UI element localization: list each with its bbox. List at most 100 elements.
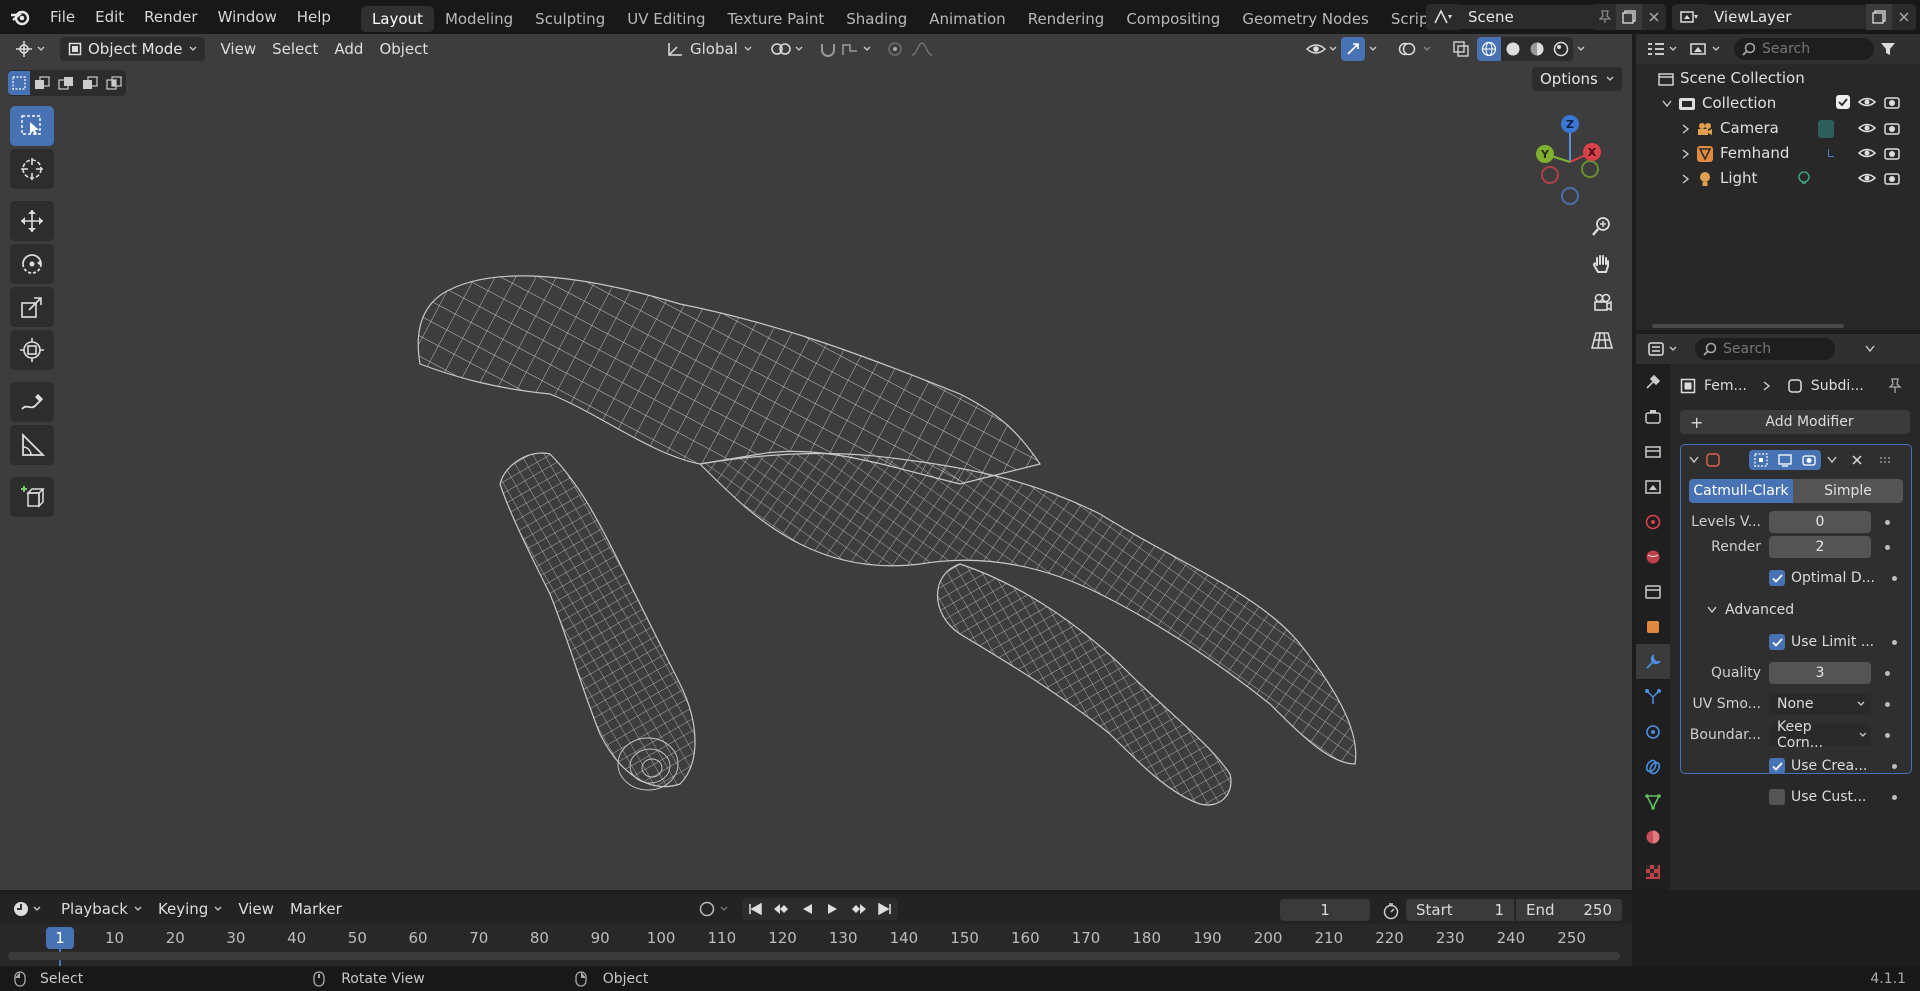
data-tab-icon[interactable] [1636, 784, 1670, 819]
use-limit-checkbox[interactable] [1769, 634, 1785, 650]
move-tool[interactable] [10, 201, 54, 241]
jump-to-keyframe-back-icon[interactable] [768, 898, 794, 920]
object-tab-icon[interactable] [1636, 609, 1670, 644]
current-frame-field[interactable]: 1 [1280, 899, 1370, 921]
playback-menu[interactable]: Playback [53, 896, 150, 922]
new-scene-icon[interactable] [1616, 4, 1642, 30]
select-intersect-icon[interactable] [102, 71, 126, 95]
chevron-down-icon[interactable] [1577, 46, 1585, 52]
scale-tool[interactable] [10, 287, 54, 327]
keyframe-dot-icon[interactable] [1885, 519, 1890, 525]
menu-window[interactable]: Window [208, 0, 287, 34]
snapping-controls[interactable] [815, 41, 875, 57]
add-modifier-button[interactable]: + Add Modifier [1680, 410, 1910, 434]
keyframe-dot-icon[interactable] [1892, 763, 1897, 769]
delete-scene-icon[interactable] [1642, 4, 1666, 30]
properties-search-input[interactable]: Search [1695, 338, 1835, 360]
proportional-editing-controls[interactable] [881, 41, 939, 57]
scene-name-field[interactable]: Scene [1460, 5, 1594, 29]
select-new-icon[interactable] [8, 71, 30, 95]
cursor-tool[interactable] [10, 149, 54, 189]
eye-icon[interactable] [1858, 95, 1876, 109]
material-shading-icon[interactable] [1525, 37, 1549, 61]
workspace-tab-shading[interactable]: Shading [835, 6, 918, 32]
visibility-dropdown[interactable] [1306, 41, 1337, 57]
timeline-editor-type[interactable] [12, 900, 41, 918]
pan-hand-icon[interactable] [1586, 248, 1618, 280]
gizmo-toggle-icon[interactable] [1341, 37, 1365, 61]
pivot-point-dropdown[interactable] [764, 41, 809, 57]
render-toggle-icon[interactable] [1797, 450, 1821, 470]
modifier-indicator-icon[interactable] [1828, 149, 1834, 157]
keyframe-dot-icon[interactable] [1892, 575, 1897, 581]
levels-viewport-field[interactable]: 0 [1769, 511, 1871, 533]
scene-icon[interactable] [1426, 4, 1460, 30]
chevron-down-icon[interactable] [1689, 456, 1699, 464]
viewport-menu-object[interactable]: Object [371, 36, 436, 62]
outliner-item-camera[interactable]: Camera [1636, 116, 1920, 141]
workspace-tab-sculpting[interactable]: Sculpting [524, 6, 616, 32]
menu-file[interactable]: File [40, 0, 85, 34]
pin-icon[interactable] [1888, 378, 1902, 394]
play-reverse-icon[interactable] [794, 898, 820, 920]
advanced-subpanel-header[interactable]: Advanced [1681, 598, 1911, 622]
auto-keying-toggle[interactable] [698, 900, 728, 918]
stopwatch-icon[interactable] [1382, 902, 1400, 920]
camera-view-icon[interactable] [1586, 286, 1618, 318]
eye-icon[interactable] [1858, 121, 1876, 135]
light-data-icon[interactable] [1796, 170, 1812, 186]
collection-row[interactable]: Collection [1636, 91, 1920, 116]
catmull-clark-button[interactable]: Catmull-Clark [1689, 479, 1793, 503]
camera-render-icon[interactable] [1884, 146, 1900, 160]
delete-view-layer-icon[interactable] [1892, 4, 1916, 30]
select-subtract-icon[interactable] [54, 71, 78, 95]
world-tab-icon[interactable] [1636, 539, 1670, 574]
display-mode-dropdown[interactable] [1689, 41, 1720, 57]
drag-handle-icon[interactable] [1879, 455, 1891, 465]
keyframe-dot-icon[interactable] [1885, 732, 1890, 738]
workspace-tab-rendering[interactable]: Rendering [1017, 6, 1116, 32]
viewport-menu-select[interactable]: Select [264, 36, 326, 62]
navigation-gizmo[interactable]: Z X Y [1520, 112, 1620, 212]
viewport-menu-add[interactable]: Add [326, 36, 371, 62]
camera-render-icon[interactable] [1884, 95, 1900, 109]
boundary-smooth-dropdown[interactable]: Keep Corn... [1769, 719, 1871, 751]
breadcrumb-object[interactable]: Fem... [1704, 378, 1747, 394]
eye-icon[interactable] [1858, 146, 1876, 160]
properties-editor-type[interactable] [1648, 341, 1677, 357]
close-icon[interactable] [1851, 454, 1863, 466]
measure-tool[interactable] [10, 425, 54, 465]
keyframe-dot-icon[interactable] [1885, 544, 1890, 550]
playhead-frame-indicator[interactable]: 1 [46, 927, 74, 949]
start-frame-field[interactable]: Start 1 [1406, 899, 1514, 921]
camera-render-icon[interactable] [1884, 121, 1900, 135]
add-cube-tool[interactable] [10, 477, 54, 517]
chevron-down-icon[interactable] [1827, 456, 1837, 464]
select-difference-icon[interactable] [78, 71, 102, 95]
chevron-down-icon[interactable] [1369, 46, 1377, 52]
view-layer-tab-icon[interactable] [1636, 469, 1670, 504]
options-dropdown[interactable]: Options [1532, 67, 1622, 91]
workspace-tab-uv-editing[interactable]: UV Editing [616, 6, 716, 32]
menu-help[interactable]: Help [287, 0, 341, 34]
outliner-search-input[interactable]: Search [1734, 38, 1874, 60]
timeline-marker-menu[interactable]: Marker [282, 896, 350, 922]
eye-icon[interactable] [1858, 171, 1876, 185]
chevron-down-icon[interactable] [1423, 46, 1431, 52]
workspace-tab-compositing[interactable]: Compositing [1115, 6, 1231, 32]
outliner-scrollbar[interactable] [1652, 324, 1844, 328]
viewport-toggle-icon[interactable] [1773, 450, 1797, 470]
particles-tab-icon[interactable] [1636, 679, 1670, 714]
texture-tab-icon[interactable] [1636, 854, 1670, 889]
jump-to-end-icon[interactable] [872, 898, 898, 920]
camera-data-icon[interactable] [1818, 120, 1834, 138]
solid-shading-icon[interactable] [1501, 37, 1525, 61]
new-view-layer-icon[interactable] [1866, 4, 1892, 30]
scene-collection-row[interactable]: Scene Collection [1636, 66, 1920, 91]
chevron-right-icon[interactable] [1682, 123, 1690, 134]
frame-ruler[interactable]: 1 10 20 30 40 50 60 70 80 90 100 110 120 130 140 150 16… [0, 924, 1632, 966]
editor-type-icon[interactable] [8, 37, 52, 61]
workspace-tab-geometry-nodes[interactable]: Geometry Nodes [1231, 6, 1380, 32]
keyframe-dot-icon[interactable] [1885, 701, 1890, 707]
chevron-down-icon[interactable] [1865, 345, 1875, 353]
